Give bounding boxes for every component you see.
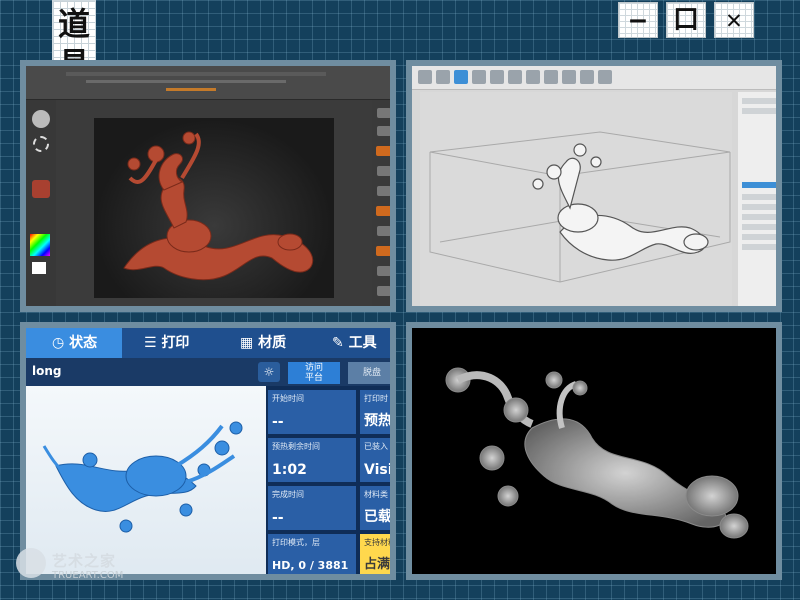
toolbar-icon[interactable] [490,70,504,84]
release-tray-button[interactable]: 脱盘 [348,362,390,384]
sculpt-app-panel [20,60,396,312]
close-icon: ✕ [726,5,742,35]
lightbulb-icon[interactable]: ☼ [258,362,280,382]
tab-print[interactable]: ☰ 打印 [144,328,224,358]
list-icon: ☰ [144,335,162,351]
brush-icon[interactable] [32,110,50,128]
clock-icon: ◷ [52,335,70,351]
slicer-toolbar [412,66,776,90]
toolbar-icon[interactable] [508,70,522,84]
toolbar-icon-active[interactable] [454,70,468,84]
render-panel [406,322,782,580]
sculpt-toolbar [26,66,390,100]
sculpt-left-tools [26,100,56,306]
printer-status-grid: 开始时间 -- 打印时 预热 预热剩余时间 1:02 已装入 Visi 完成时间… [266,386,390,574]
watermark-url: TRUEART.COM [52,570,124,581]
sculpt-right-tools [372,100,390,306]
toolbar-icon[interactable] [526,70,540,84]
slicer-side-panel [738,92,776,306]
toolbar-icon[interactable] [562,70,576,84]
minimize-button[interactable]: — [618,2,658,38]
maximize-icon: 口 [672,5,699,35]
wrench-icon: ✎ [332,335,349,351]
finish-time-cell: 完成时间 -- [268,486,356,530]
file-name: long [32,364,62,378]
print-partial-cell: 打印时 预热 [360,390,390,434]
print-mode-cell: 打印模式，层 HD, 0 / 3881 [268,534,356,574]
tool-active-icon[interactable] [376,146,390,156]
slicer-panel [406,60,782,312]
color-picker-icon[interactable] [30,234,50,256]
material-icon: ▦ [240,335,259,351]
slicer-viewport[interactable] [420,92,732,306]
toolbar-icon[interactable] [598,70,612,84]
preheat-remaining-cell: 预热剩余时间 1:02 [268,438,356,482]
stroke-icon[interactable] [33,136,49,152]
toolbar-icon[interactable] [580,70,594,84]
loaded-cell: 已装入 Visi [360,438,390,482]
close-button[interactable]: ✕ [714,2,754,38]
dragon-model-wireframe [429,131,731,283]
material-icon[interactable] [32,180,50,198]
printer-tab-bar: ◷ 状态 ☰ 打印 ▦ 材质 ✎ 工具 [26,328,390,358]
watermark-logo-icon [16,548,46,578]
toolbar-icon[interactable] [418,70,432,84]
minimize-icon: — [630,5,646,35]
material-type-cell: 材料类 已载 [360,486,390,530]
support-material-cell: 支持材料 占满 [360,534,390,574]
tab-status[interactable]: ◷ 状态 [26,328,122,358]
sculpt-viewport[interactable] [94,118,334,298]
toolbar-icon[interactable] [436,70,450,84]
title-char-1: 道 [57,5,90,43]
start-time-cell: 开始时间 -- [268,390,356,434]
watermark-text: 艺术之家 [52,552,117,570]
dragon-model-translucent [445,367,749,539]
toolbar-icon[interactable] [544,70,558,84]
toolbar-icon[interactable] [472,70,486,84]
dragon-model-red [123,131,314,281]
tab-tools[interactable]: ✎ 工具 [332,328,390,358]
visit-platform-button[interactable]: 访问 平台 [288,362,340,384]
printer-panel: ◷ 状态 ☰ 打印 ▦ 材质 ✎ 工具 long ☼ 访问 平台 脱盘 开始时间… [20,322,396,580]
tab-material[interactable]: ▦ 材质 [240,328,320,358]
swatch-icon[interactable] [32,262,46,274]
maximize-button[interactable]: 口 [666,2,706,38]
